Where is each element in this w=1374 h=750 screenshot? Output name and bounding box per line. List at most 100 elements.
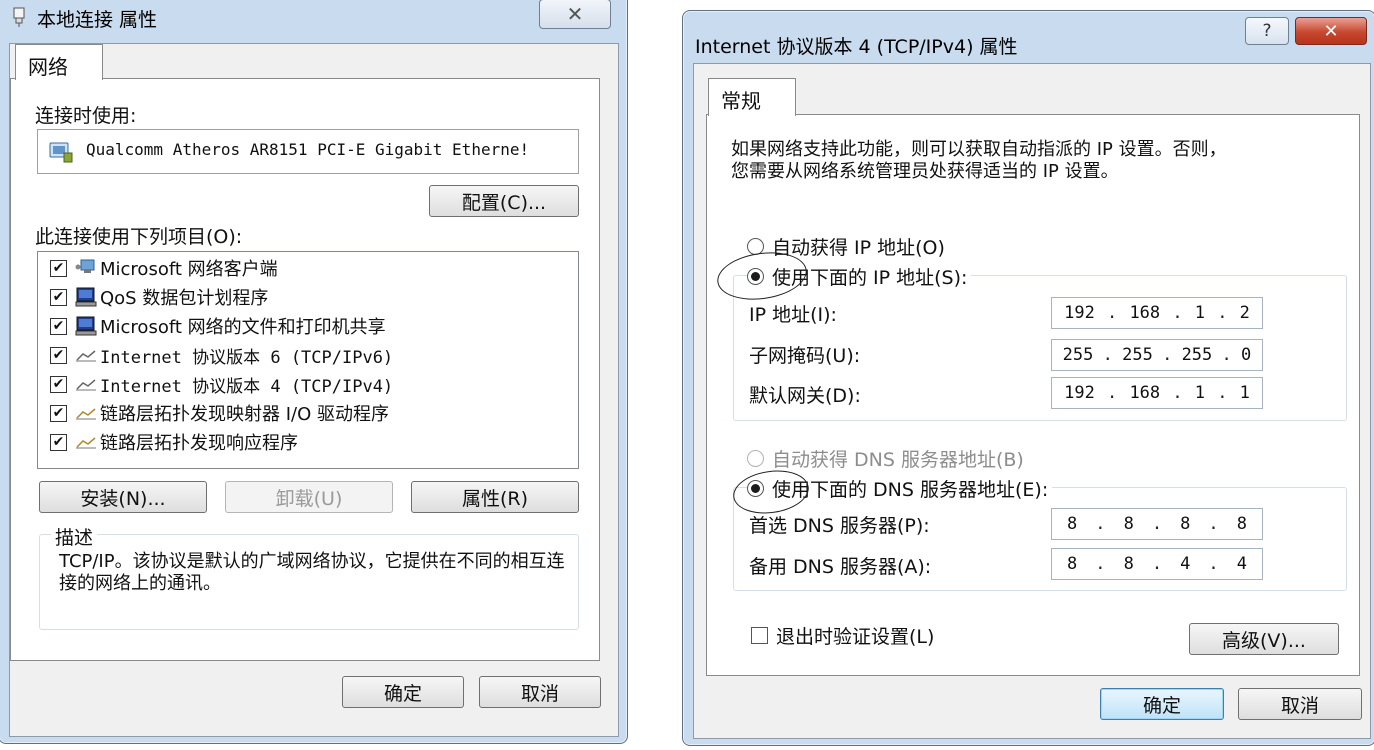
- item-label: Microsoft 网络的文件和打印机共享: [100, 317, 386, 338]
- description-text: TCP/IP。该协议是默认的广域网络协议，它提供在不同的相互连接的网络上的通讯。: [59, 551, 565, 594]
- ipv4-properties-dialog: Internet 协议版本 4 (TCP/IPv4) 属性 ? ✕ 常规 如果网…: [682, 10, 1374, 746]
- octet: 168: [1129, 303, 1161, 323]
- list-item[interactable]: ✔ Internet 协议版本 4 (TCP/IPv4): [50, 370, 393, 398]
- octet: 8: [1067, 554, 1078, 574]
- octet: 255: [1122, 345, 1153, 365]
- gateway-label: 默认网关(D):: [749, 385, 861, 407]
- protocol-icon: [75, 432, 97, 452]
- item-label: Internet 协议版本 6 (TCP/IPv6): [100, 347, 394, 368]
- advanced-button[interactable]: 高级(V)...: [1189, 623, 1339, 655]
- cancel-button[interactable]: 取消: [1238, 688, 1362, 720]
- preferred-dns-field[interactable]: 8. 8. 8. 8: [1051, 508, 1263, 540]
- protocol-icon: [75, 374, 97, 394]
- octet: 0: [1241, 345, 1252, 365]
- octet: 4: [1180, 554, 1191, 574]
- checkbox-checked[interactable]: ✔: [50, 375, 67, 393]
- network-card-icon: [48, 140, 74, 169]
- item-label: Microsoft 网络客户端: [100, 259, 278, 280]
- list-item[interactable]: ✔ Microsoft 网络的文件和打印机共享: [50, 312, 386, 340]
- close-icon: ✕: [566, 2, 584, 26]
- tab-panel: 如果网络支持此功能，则可以获取自动指派的 IP 设置。否则， 您需要从网络系统管…: [706, 114, 1360, 676]
- use-dns-label: 使用下面的 DNS 服务器地址(E):: [772, 479, 1049, 501]
- checkbox-checked[interactable]: ✔: [50, 433, 67, 451]
- close-button[interactable]: ✕: [539, 0, 611, 29]
- close-icon: ✕: [1323, 20, 1339, 42]
- ok-button[interactable]: 确定: [1100, 688, 1224, 720]
- help-button[interactable]: ?: [1245, 17, 1289, 45]
- octet: 192: [1064, 303, 1095, 323]
- help-icon: ?: [1262, 21, 1272, 41]
- tab-network[interactable]: 网络: [15, 44, 103, 80]
- octet: 255: [1181, 345, 1213, 365]
- alternate-dns-label: 备用 DNS 服务器(A):: [749, 556, 932, 578]
- octet: 1: [1194, 303, 1206, 323]
- adapter-name: Qualcomm Atheros AR8151 PCI-E Gigabit Et…: [86, 140, 530, 159]
- validate-label: 退出时验证设置(L): [776, 626, 935, 648]
- connect-using-label: 连接时使用:: [35, 105, 137, 127]
- checkbox-checked[interactable]: ✔: [50, 346, 67, 364]
- octet: 255: [1062, 345, 1094, 365]
- local-connection-properties-dialog: 本地连接 属性 ✕ 网络 连接时使用: Qualcomm Atheros AR8…: [0, 0, 628, 744]
- items-label: 此连接使用下列项目(O):: [35, 226, 243, 248]
- default-gateway-field[interactable]: 192. 168. 1. 1: [1051, 377, 1263, 409]
- ip-address-field[interactable]: 192. 168. 1. 2: [1051, 297, 1263, 329]
- checkbox-unchecked[interactable]: [751, 627, 768, 644]
- title-bar[interactable]: Internet 协议版本 4 (TCP/IPv4) 属性 ? ✕: [683, 11, 1374, 61]
- component-list[interactable]: ✔ Microsoft 网络客户端 ✔ QoS 数据包计划程序 ✔ Micros…: [37, 251, 579, 469]
- qos-scheduler-icon: [75, 287, 97, 307]
- protocol-icon: [75, 345, 97, 365]
- checkbox-checked[interactable]: ✔: [50, 288, 67, 306]
- octet: 192: [1064, 383, 1095, 403]
- subnet-label: 子网掩码(U):: [749, 345, 861, 367]
- adapter-box: Qualcomm Atheros AR8151 PCI-E Gigabit Et…: [37, 129, 579, 174]
- cancel-button[interactable]: 取消: [479, 676, 601, 708]
- protocol-icon: [75, 403, 97, 423]
- item-label: 链路层拓扑发现响应程序: [100, 433, 298, 454]
- configure-button[interactable]: 配置(C)...: [429, 185, 579, 217]
- description-title: 描述: [51, 523, 98, 550]
- network-adapter-icon: [11, 7, 27, 27]
- ip-address-label: IP 地址(I):: [749, 304, 837, 326]
- item-label: QoS 数据包计划程序: [100, 288, 269, 309]
- tab-general[interactable]: 常规: [708, 78, 796, 116]
- checkbox-checked[interactable]: ✔: [50, 259, 67, 277]
- octet: 1: [1194, 383, 1206, 403]
- list-item[interactable]: ✔ Internet 协议版本 6 (TCP/IPv6): [50, 341, 393, 369]
- octet: 8: [1123, 514, 1134, 534]
- octet: 8: [1180, 514, 1191, 534]
- properties-button[interactable]: 属性(R): [411, 481, 579, 513]
- install-button[interactable]: 安装(N)...: [39, 481, 207, 513]
- auto-ip-label: 自动获得 IP 地址(O): [772, 237, 945, 259]
- octet: 168: [1129, 383, 1161, 403]
- auto-dns-label: 自动获得 DNS 服务器地址(B): [772, 449, 1024, 471]
- alternate-dns-field[interactable]: 8. 8. 4. 4: [1051, 548, 1263, 580]
- radio-unselected[interactable]: [747, 450, 764, 467]
- close-button[interactable]: ✕: [1295, 17, 1367, 45]
- octet: 1: [1239, 383, 1250, 403]
- dialog-body: 常规 如果网络支持此功能，则可以获取自动指派的 IP 设置。否则， 您需要从网络…: [693, 63, 1371, 739]
- item-label: 链路层拓扑发现映射器 I/O 驱动程序: [100, 404, 389, 425]
- ok-button[interactable]: 确定: [342, 676, 464, 708]
- title-bar[interactable]: 本地连接 属性 ✕: [0, 0, 627, 41]
- list-item[interactable]: ✔ Microsoft 网络客户端: [50, 254, 278, 282]
- dialog-title: 本地连接 属性: [37, 9, 158, 31]
- octet: 4: [1236, 554, 1247, 574]
- octet: 2: [1239, 303, 1250, 323]
- octet: 8: [1236, 514, 1247, 534]
- network-client-icon: [75, 258, 97, 278]
- subnet-mask-field[interactable]: 255. 255. 255. 0: [1051, 339, 1263, 371]
- file-printer-sharing-icon: [75, 316, 97, 336]
- auto-dns-radio[interactable]: 自动获得 DNS 服务器地址(B): [747, 445, 1024, 472]
- octet: 8: [1123, 554, 1134, 574]
- checkbox-checked[interactable]: ✔: [50, 404, 67, 422]
- validate-on-exit-checkbox[interactable]: 退出时验证设置(L): [751, 622, 934, 649]
- list-item[interactable]: ✔ 链路层拓扑发现映射器 I/O 驱动程序: [50, 399, 389, 427]
- tab-panel: 连接时使用: Qualcomm Atheros AR8151 PCI-E Gig…: [10, 78, 600, 661]
- intro-text-line-2: 您需要从网络系统管理员处获得适当的 IP 设置。: [731, 161, 1119, 182]
- uninstall-button[interactable]: 卸载(U): [225, 481, 393, 513]
- list-item[interactable]: ✔ 链路层拓扑发现响应程序: [50, 428, 298, 456]
- checkbox-checked[interactable]: ✔: [50, 317, 67, 335]
- list-item[interactable]: ✔ QoS 数据包计划程序: [50, 283, 268, 311]
- dialog-body: 网络 连接时使用: Qualcomm Atheros AR8151 PCI-E …: [9, 43, 619, 737]
- dialog-title: Internet 协议版本 4 (TCP/IPv4) 属性: [695, 36, 1018, 58]
